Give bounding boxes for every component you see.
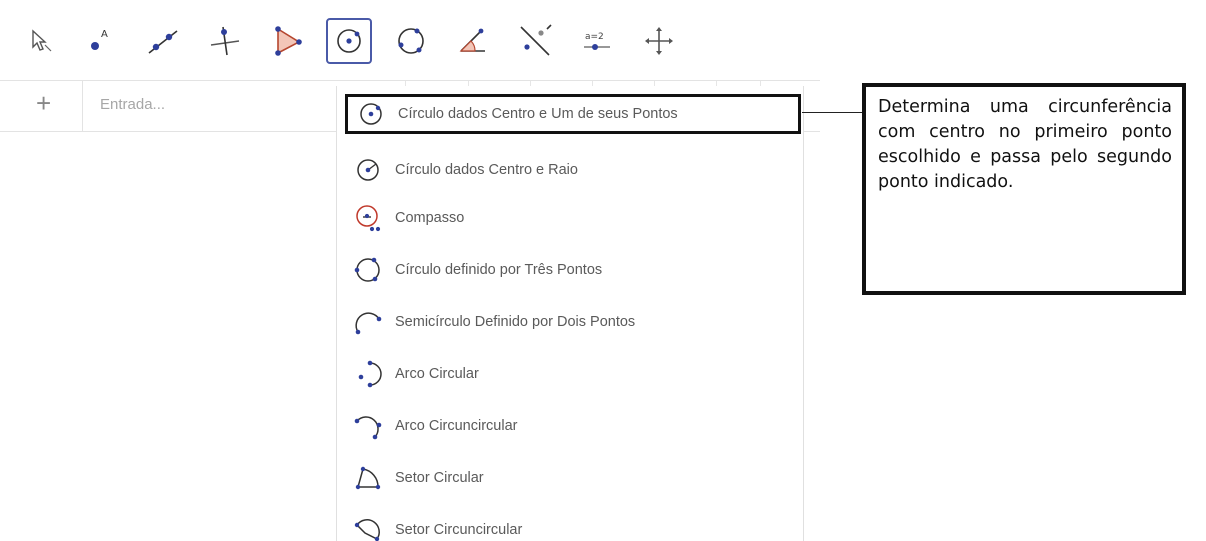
menu-item-semicircle[interactable]: Semicírculo Definido por Dois Pontos [345, 302, 801, 342]
circle-tools-menu: Círculo dados Centro e Um de seus Pontos… [336, 86, 804, 541]
menu-item-label: Setor Circuncircular [395, 522, 523, 538]
tool-description-callout: Determina uma circunferência com centro … [862, 83, 1186, 295]
circumcircular-sector-icon [351, 513, 385, 541]
menu-item-circular-arc[interactable]: Arco Circular [345, 354, 801, 394]
tool-point[interactable]: A [78, 18, 124, 64]
menu-item-label: Círculo dados Centro e Um de seus Pontos [398, 106, 678, 122]
circular-sector-icon [351, 461, 385, 495]
menu-item-circular-sector[interactable]: Setor Circular [345, 458, 801, 498]
menu-item-label: Círculo definido por Três Pontos [395, 262, 603, 278]
add-item-button[interactable]: + [36, 88, 51, 119]
semicircle-icon [351, 305, 385, 339]
tool-move[interactable] [18, 18, 64, 64]
circle-center-radius-icon [351, 153, 385, 187]
tool-polygon[interactable] [264, 18, 310, 64]
perpendicular-line-icon [210, 26, 240, 56]
tool-reflect[interactable] [512, 18, 558, 64]
menu-item-circle-center-point[interactable]: Círculo dados Centro e Um de seus Pontos [345, 94, 801, 134]
move-graphics-view-icon [645, 27, 673, 55]
menu-item-label: Semicírculo Definido por Dois Pontos [395, 314, 636, 330]
menu-item-circle-three-points[interactable]: Círculo definido por Três Pontos [345, 250, 801, 290]
tool-slider[interactable]: a=2 [574, 18, 620, 64]
geogebra-page: A a=2 + Entrada... Círculo dados Centro … [0, 0, 1206, 541]
menu-item-label: Arco Circular [395, 366, 479, 382]
angle-icon [459, 28, 485, 52]
circle-center-point-icon [337, 29, 361, 53]
menu-item-circle-center-radius[interactable]: Círculo dados Centro e Raio [345, 150, 801, 190]
tool-circle-center-point[interactable] [326, 18, 372, 64]
circle-three-points-icon [351, 253, 385, 287]
circumcircular-arc-icon [351, 409, 385, 443]
menu-item-circumcircular-arc[interactable]: Arco Circuncircular [345, 406, 801, 446]
circle-three-points-icon [398, 28, 424, 54]
tool-angle[interactable] [450, 18, 496, 64]
menu-item-label: Setor Circular [395, 470, 484, 486]
menu-item-label: Arco Circuncircular [395, 418, 518, 434]
menu-item-compass[interactable]: Compasso [345, 198, 801, 238]
tool-line[interactable] [140, 18, 186, 64]
svg-text:A: A [101, 29, 108, 40]
menu-item-label: Círculo dados Centro e Raio [395, 162, 578, 178]
circular-arc-icon [351, 357, 385, 391]
polygon-icon [275, 26, 302, 56]
row-divider [82, 81, 83, 131]
tool-perpendicular[interactable] [202, 18, 248, 64]
compass-icon [351, 201, 385, 235]
tool-circle-three-points[interactable] [388, 18, 434, 64]
svg-text:a=2: a=2 [585, 32, 604, 42]
callout-connector [802, 112, 862, 113]
callout-text: Determina uma circunferência com centro … [878, 97, 1172, 192]
reflect-icon [520, 24, 552, 56]
menu-item-circumcircular-sector[interactable]: Setor Circuncircular [345, 510, 801, 541]
move-icon [32, 29, 52, 52]
menu-item-label: Compasso [395, 210, 465, 226]
algebra-input-field[interactable]: Entrada... [100, 96, 165, 113]
slider-icon: a=2 [584, 32, 610, 50]
circle-center-point-icon [354, 97, 388, 131]
tool-move-graphics-view[interactable] [636, 18, 682, 64]
point-icon: A [91, 29, 108, 50]
line-icon [148, 30, 178, 54]
